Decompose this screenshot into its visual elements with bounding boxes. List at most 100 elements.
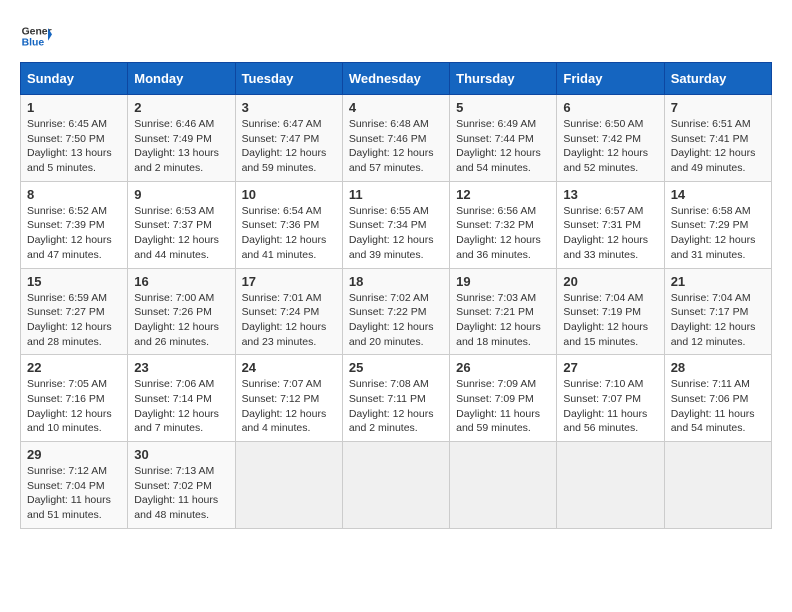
- day-number: 23: [134, 360, 228, 375]
- calendar-cell: 13 Sunrise: 6:57 AM Sunset: 7:31 PM Dayli…: [557, 181, 664, 268]
- day-number: 8: [27, 187, 121, 202]
- day-number: 29: [27, 447, 121, 462]
- weekday-header-friday: Friday: [557, 63, 664, 95]
- day-info: Sunrise: 6:45 AM Sunset: 7:50 PM Dayligh…: [27, 117, 121, 176]
- calendar-cell: 29 Sunrise: 7:12 AM Sunset: 7:04 PM Dayli…: [21, 442, 128, 529]
- weekday-header-wednesday: Wednesday: [342, 63, 449, 95]
- day-info: Sunrise: 6:54 AM Sunset: 7:36 PM Dayligh…: [242, 204, 336, 263]
- day-number: 28: [671, 360, 765, 375]
- day-number: 6: [563, 100, 657, 115]
- day-info: Sunrise: 6:58 AM Sunset: 7:29 PM Dayligh…: [671, 204, 765, 263]
- day-number: 16: [134, 274, 228, 289]
- calendar-cell: 6 Sunrise: 6:50 AM Sunset: 7:42 PM Daylig…: [557, 95, 664, 182]
- day-info: Sunrise: 7:02 AM Sunset: 7:22 PM Dayligh…: [349, 291, 443, 350]
- calendar-cell: 23 Sunrise: 7:06 AM Sunset: 7:14 PM Dayli…: [128, 355, 235, 442]
- calendar-cell: 11 Sunrise: 6:55 AM Sunset: 7:34 PM Dayli…: [342, 181, 449, 268]
- day-number: 3: [242, 100, 336, 115]
- svg-text:General: General: [22, 26, 52, 37]
- calendar-cell: [235, 442, 342, 529]
- calendar-cell: 17 Sunrise: 7:01 AM Sunset: 7:24 PM Dayli…: [235, 268, 342, 355]
- logo-icon: General Blue: [20, 20, 52, 52]
- day-number: 5: [456, 100, 550, 115]
- calendar-cell: [557, 442, 664, 529]
- calendar-cell: 24 Sunrise: 7:07 AM Sunset: 7:12 PM Dayli…: [235, 355, 342, 442]
- day-info: Sunrise: 6:48 AM Sunset: 7:46 PM Dayligh…: [349, 117, 443, 176]
- calendar-cell: 19 Sunrise: 7:03 AM Sunset: 7:21 PM Dayli…: [450, 268, 557, 355]
- calendar-cell: 28Sunrise: 7:11 AM Sunset: 7:06 PM Dayli…: [664, 355, 771, 442]
- day-number: 15: [27, 274, 121, 289]
- calendar-cell: 12 Sunrise: 6:56 AM Sunset: 7:32 PM Dayli…: [450, 181, 557, 268]
- day-number: 30: [134, 447, 228, 462]
- weekday-header-thursday: Thursday: [450, 63, 557, 95]
- calendar-cell: 15Sunrise: 6:59 AM Sunset: 7:27 PM Dayli…: [21, 268, 128, 355]
- day-number: 27: [563, 360, 657, 375]
- calendar-cell: 1 Sunrise: 6:45 AM Sunset: 7:50 PM Daylig…: [21, 95, 128, 182]
- calendar-cell: 30 Sunrise: 7:13 AM Sunset: 7:02 PM Dayli…: [128, 442, 235, 529]
- day-number: 24: [242, 360, 336, 375]
- day-number: 25: [349, 360, 443, 375]
- calendar-cell: 2Sunrise: 6:46 AM Sunset: 7:49 PM Daylig…: [128, 95, 235, 182]
- day-info: Sunrise: 7:09 AM Sunset: 7:09 PM Dayligh…: [456, 377, 550, 436]
- calendar-week-row: 22 Sunrise: 7:05 AM Sunset: 7:16 PM Dayli…: [21, 355, 772, 442]
- day-number: 22: [27, 360, 121, 375]
- day-info: Sunrise: 6:47 AM Sunset: 7:47 PM Dayligh…: [242, 117, 336, 176]
- day-info: Sunrise: 6:51 AM Sunset: 7:41 PM Dayligh…: [671, 117, 765, 176]
- day-info: Sunrise: 7:05 AM Sunset: 7:16 PM Dayligh…: [27, 377, 121, 436]
- day-number: 11: [349, 187, 443, 202]
- day-info: Sunrise: 7:10 AM Sunset: 7:07 PM Dayligh…: [563, 377, 657, 436]
- calendar-week-row: 8 Sunrise: 6:52 AM Sunset: 7:39 PM Daylig…: [21, 181, 772, 268]
- calendar-table: SundayMondayTuesdayWednesdayThursdayFrid…: [20, 62, 772, 529]
- day-number: 21: [671, 274, 765, 289]
- day-info: Sunrise: 6:46 AM Sunset: 7:49 PM Dayligh…: [134, 117, 228, 176]
- svg-text:Blue: Blue: [22, 38, 45, 49]
- weekday-header-sunday: Sunday: [21, 63, 128, 95]
- day-number: 12: [456, 187, 550, 202]
- day-info: Sunrise: 6:49 AM Sunset: 7:44 PM Dayligh…: [456, 117, 550, 176]
- calendar-cell: [450, 442, 557, 529]
- calendar-cell: 3 Sunrise: 6:47 AM Sunset: 7:47 PM Daylig…: [235, 95, 342, 182]
- day-number: 18: [349, 274, 443, 289]
- calendar-week-row: 15Sunrise: 6:59 AM Sunset: 7:27 PM Dayli…: [21, 268, 772, 355]
- day-info: Sunrise: 7:06 AM Sunset: 7:14 PM Dayligh…: [134, 377, 228, 436]
- calendar-cell: 16 Sunrise: 7:00 AM Sunset: 7:26 PM Dayli…: [128, 268, 235, 355]
- calendar-cell: 26 Sunrise: 7:09 AM Sunset: 7:09 PM Dayli…: [450, 355, 557, 442]
- day-number: 9: [134, 187, 228, 202]
- day-info: Sunrise: 6:55 AM Sunset: 7:34 PM Dayligh…: [349, 204, 443, 263]
- calendar-cell: 22 Sunrise: 7:05 AM Sunset: 7:16 PM Dayli…: [21, 355, 128, 442]
- day-number: 7: [671, 100, 765, 115]
- day-info: Sunrise: 7:08 AM Sunset: 7:11 PM Dayligh…: [349, 377, 443, 436]
- calendar-cell: 14 Sunrise: 6:58 AM Sunset: 7:29 PM Dayli…: [664, 181, 771, 268]
- day-number: 13: [563, 187, 657, 202]
- day-info: Sunrise: 7:07 AM Sunset: 7:12 PM Dayligh…: [242, 377, 336, 436]
- calendar-header-row: SundayMondayTuesdayWednesdayThursdayFrid…: [21, 63, 772, 95]
- day-info: Sunrise: 6:56 AM Sunset: 7:32 PM Dayligh…: [456, 204, 550, 263]
- day-info: Sunrise: 7:01 AM Sunset: 7:24 PM Dayligh…: [242, 291, 336, 350]
- day-number: 1: [27, 100, 121, 115]
- day-info: Sunrise: 6:50 AM Sunset: 7:42 PM Dayligh…: [563, 117, 657, 176]
- calendar-cell: 4Sunrise: 6:48 AM Sunset: 7:46 PM Daylig…: [342, 95, 449, 182]
- weekday-header-tuesday: Tuesday: [235, 63, 342, 95]
- day-info: Sunrise: 7:00 AM Sunset: 7:26 PM Dayligh…: [134, 291, 228, 350]
- day-info: Sunrise: 7:04 AM Sunset: 7:19 PM Dayligh…: [563, 291, 657, 350]
- day-info: Sunrise: 6:52 AM Sunset: 7:39 PM Dayligh…: [27, 204, 121, 263]
- day-info: Sunrise: 7:12 AM Sunset: 7:04 PM Dayligh…: [27, 464, 121, 523]
- day-info: Sunrise: 7:04 AM Sunset: 7:17 PM Dayligh…: [671, 291, 765, 350]
- calendar-cell: 5 Sunrise: 6:49 AM Sunset: 7:44 PM Daylig…: [450, 95, 557, 182]
- calendar-cell: 9Sunrise: 6:53 AM Sunset: 7:37 PM Daylig…: [128, 181, 235, 268]
- calendar-cell: [342, 442, 449, 529]
- day-number: 17: [242, 274, 336, 289]
- day-info: Sunrise: 7:03 AM Sunset: 7:21 PM Dayligh…: [456, 291, 550, 350]
- day-number: 26: [456, 360, 550, 375]
- day-number: 19: [456, 274, 550, 289]
- day-number: 10: [242, 187, 336, 202]
- calendar-cell: 27 Sunrise: 7:10 AM Sunset: 7:07 PM Dayli…: [557, 355, 664, 442]
- day-info: Sunrise: 6:57 AM Sunset: 7:31 PM Dayligh…: [563, 204, 657, 263]
- day-info: Sunrise: 7:13 AM Sunset: 7:02 PM Dayligh…: [134, 464, 228, 523]
- calendar-cell: 20 Sunrise: 7:04 AM Sunset: 7:19 PM Dayli…: [557, 268, 664, 355]
- day-number: 14: [671, 187, 765, 202]
- day-number: 20: [563, 274, 657, 289]
- weekday-header-monday: Monday: [128, 63, 235, 95]
- page-header: General Blue: [20, 20, 772, 52]
- calendar-week-row: 29 Sunrise: 7:12 AM Sunset: 7:04 PM Dayli…: [21, 442, 772, 529]
- logo: General Blue: [20, 20, 56, 52]
